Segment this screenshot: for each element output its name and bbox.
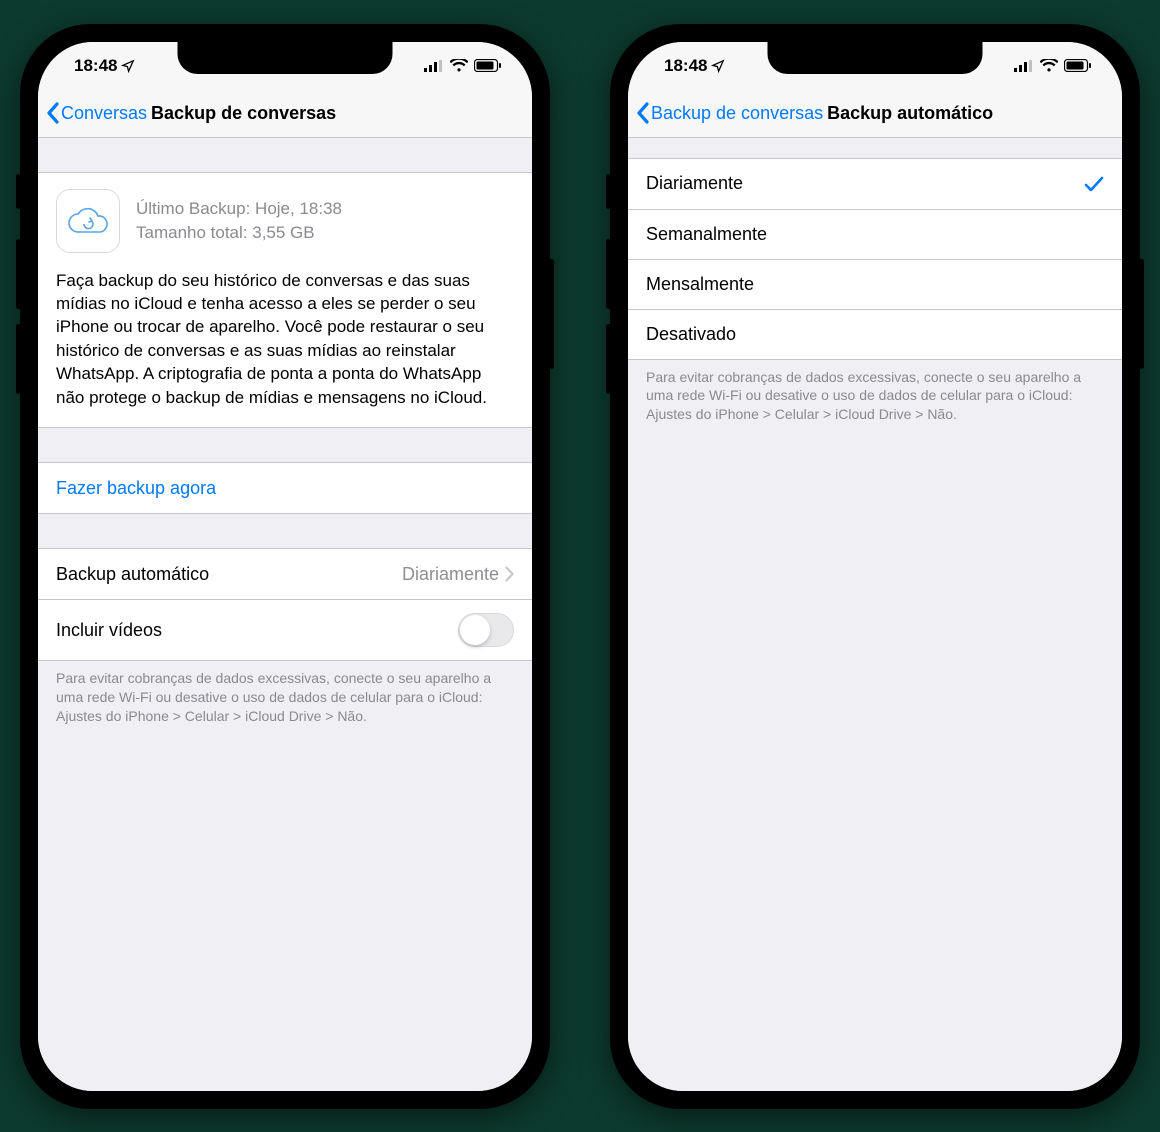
frequency-option[interactable]: Diariamente — [628, 159, 1122, 209]
option-label: Diariamente — [646, 173, 743, 194]
frequency-option[interactable]: Desativado — [628, 309, 1122, 359]
phone-right: 18:48 Backup de conversas Backup automát… — [610, 24, 1140, 1109]
wifi-icon — [450, 59, 468, 72]
back-label: Conversas — [61, 103, 147, 124]
last-backup-text: Último Backup: Hoje, 18:38 — [136, 197, 342, 221]
cellular-icon — [424, 60, 444, 72]
notch — [178, 42, 393, 74]
total-size-text: Tamanho total: 3,55 GB — [136, 221, 342, 245]
back-label: Backup de conversas — [651, 103, 823, 124]
option-label: Semanalmente — [646, 224, 767, 245]
location-icon — [121, 59, 135, 73]
backup-description: Faça backup do seu histórico de conversa… — [56, 269, 514, 410]
backup-now-button[interactable]: Fazer backup agora — [38, 463, 532, 513]
page-title: Backup de conversas — [151, 103, 336, 124]
phone-left: 18:48 Conversas Backup de conversas — [20, 24, 550, 1109]
cloud-backup-icon — [56, 189, 120, 253]
include-videos-label: Incluir vídeos — [56, 620, 162, 641]
battery-icon — [474, 59, 502, 72]
page-title: Backup automático — [827, 103, 993, 124]
frequency-option[interactable]: Mensalmente — [628, 259, 1122, 309]
include-videos-toggle[interactable] — [458, 613, 514, 647]
auto-backup-value: Diariamente — [402, 564, 499, 585]
include-videos-row: Incluir vídeos — [38, 599, 532, 660]
wifi-icon — [1040, 59, 1058, 72]
backup-now-label: Fazer backup agora — [56, 478, 216, 499]
option-label: Desativado — [646, 324, 736, 345]
cellular-icon — [1014, 60, 1034, 72]
back-button[interactable]: Conversas — [46, 102, 147, 124]
backup-info-block: Último Backup: Hoje, 18:38 Tamanho total… — [38, 173, 532, 428]
chevron-left-icon — [46, 102, 60, 124]
battery-icon — [1064, 59, 1092, 72]
chevron-left-icon — [636, 102, 650, 124]
navbar: Conversas Backup de conversas — [38, 90, 532, 138]
notch — [768, 42, 983, 74]
navbar: Backup de conversas Backup automático — [628, 90, 1122, 138]
footer-note: Para evitar cobranças de dados excessiva… — [628, 360, 1122, 425]
status-time: 18:48 — [74, 56, 117, 76]
footer-note: Para evitar cobranças de dados excessiva… — [38, 661, 532, 726]
location-icon — [711, 59, 725, 73]
auto-backup-label: Backup automático — [56, 564, 209, 585]
option-label: Mensalmente — [646, 274, 754, 295]
back-button[interactable]: Backup de conversas — [636, 102, 823, 124]
chevron-right-icon — [505, 566, 514, 582]
status-time: 18:48 — [664, 56, 707, 76]
checkmark-icon — [1084, 175, 1104, 193]
frequency-option[interactable]: Semanalmente — [628, 209, 1122, 259]
auto-backup-row[interactable]: Backup automático Diariamente — [38, 549, 532, 599]
